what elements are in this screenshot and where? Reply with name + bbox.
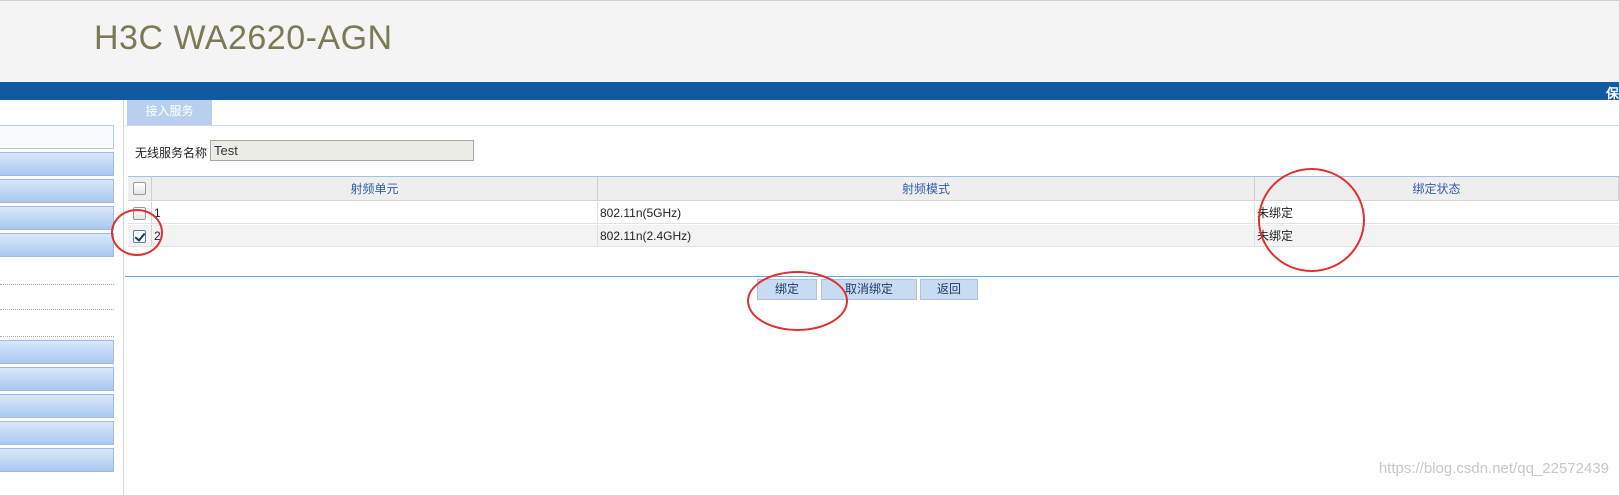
sidebar xyxy=(0,100,124,495)
sidebar-item[interactable] xyxy=(0,206,114,230)
top-nav-bar: 保 xyxy=(0,82,1619,101)
sidebar-divider xyxy=(0,309,114,310)
bind-status-cell: 未绑定 xyxy=(1257,206,1294,220)
back-button[interactable]: 返回 xyxy=(920,279,978,300)
service-name-label: 无线服务名称 xyxy=(135,146,208,160)
sidebar-item[interactable] xyxy=(0,125,114,149)
radio-mode-cell: 802.11n(5GHz) xyxy=(598,202,1255,223)
service-name-field[interactable] xyxy=(210,140,474,161)
sidebar-divider xyxy=(0,336,114,337)
unbind-button[interactable]: 取消绑定 xyxy=(821,279,917,300)
bind-status-cell: 未绑定 xyxy=(1257,229,1294,243)
app-header: H3C WA2620-AGN xyxy=(0,0,1619,82)
row-checkbox[interactable] xyxy=(133,207,146,220)
select-all-checkbox[interactable] xyxy=(133,182,146,195)
sidebar-divider xyxy=(0,284,114,285)
tab-strip: 接入服务 xyxy=(125,100,1619,126)
row-checkbox-cell xyxy=(128,202,152,223)
radio-unit-cell: 2 xyxy=(152,225,598,246)
sidebar-item[interactable] xyxy=(0,233,114,257)
bind-button[interactable]: 绑定 xyxy=(757,279,817,300)
table-row[interactable]: 1 802.11n(5GHz) 未绑定 xyxy=(128,202,1619,224)
row-checkbox-checked[interactable] xyxy=(133,230,146,243)
sidebar-item[interactable] xyxy=(0,448,114,472)
row-checkbox-cell xyxy=(128,225,152,246)
tab-access-service[interactable]: 接入服务 xyxy=(127,100,212,125)
sidebar-item[interactable] xyxy=(0,179,114,203)
column-header-status[interactable]: 绑定状态 xyxy=(1255,177,1619,200)
column-header-mode[interactable]: 射频模式 xyxy=(598,177,1255,200)
radio-mode-cell: 802.11n(2.4GHz) xyxy=(598,225,1255,246)
section-divider xyxy=(125,276,1619,277)
radio-table: 射频单元 射频模式 绑定状态 1 802.11n(5GHz) 未绑定 2 802… xyxy=(128,176,1619,252)
header-checkbox-cell xyxy=(128,177,152,200)
sidebar-item[interactable] xyxy=(0,367,114,391)
sidebar-item[interactable] xyxy=(0,340,114,364)
column-header-unit[interactable]: 射频单元 xyxy=(152,177,598,200)
watermark-text: https://blog.csdn.net/qq_22572439 xyxy=(1378,460,1609,477)
table-header-row: 射频单元 射频模式 绑定状态 xyxy=(128,177,1619,201)
sidebar-item[interactable] xyxy=(0,152,114,176)
table-row[interactable]: 2 802.11n(2.4GHz) 未绑定 xyxy=(128,225,1619,247)
device-title: H3C WA2620-AGN xyxy=(94,19,393,57)
main-content: 接入服务 无线服务名称 射频单元 射频模式 绑定状态 1 802.11n(5GH… xyxy=(125,100,1619,495)
sidebar-item[interactable] xyxy=(0,394,114,418)
sidebar-item[interactable] xyxy=(0,421,114,445)
radio-unit-cell: 1 xyxy=(152,202,598,223)
